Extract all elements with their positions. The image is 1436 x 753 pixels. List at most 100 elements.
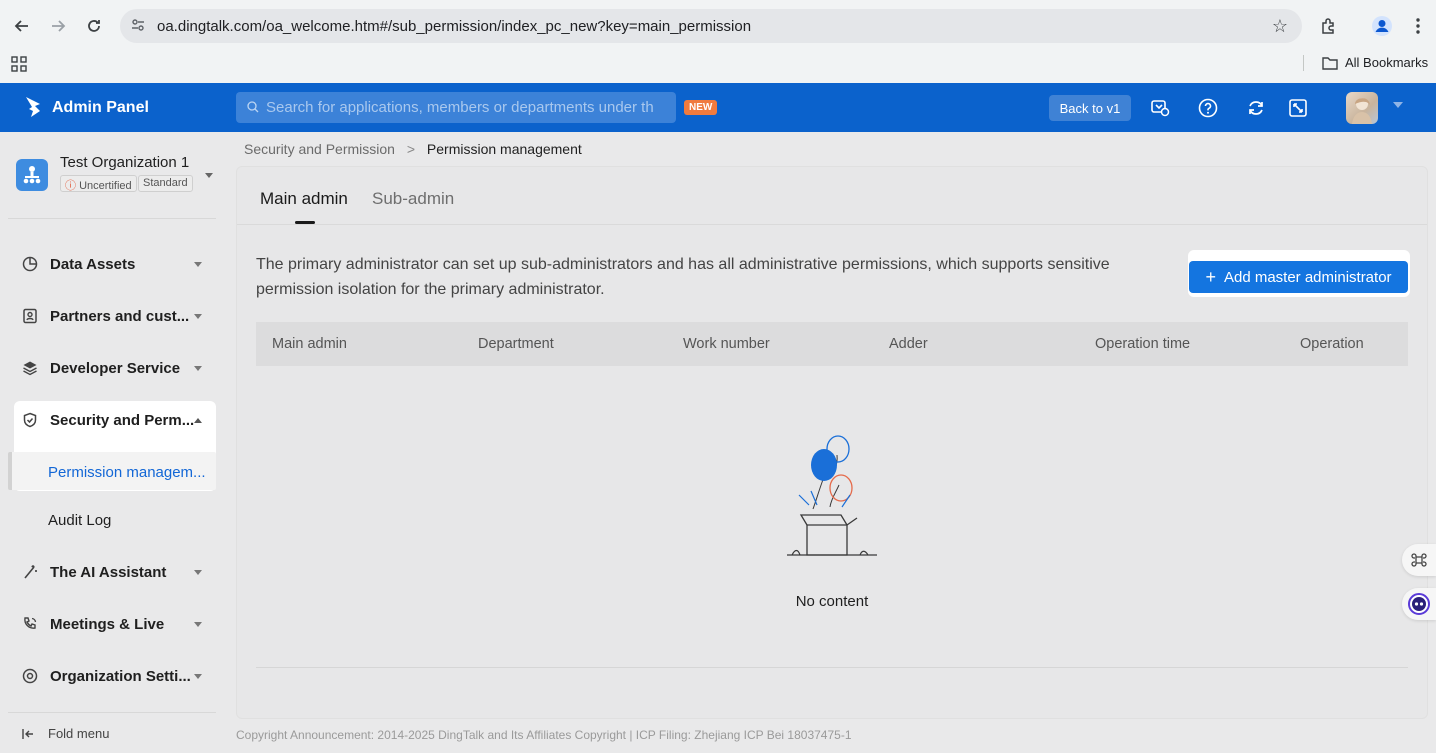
settings-icon — [22, 668, 38, 684]
all-bookmarks-label: All Bookmarks — [1345, 55, 1429, 70]
all-bookmarks[interactable]: All Bookmarks — [1322, 55, 1428, 70]
new-badge: NEW — [684, 100, 718, 115]
add-master-administrator-button[interactable]: + Add master administrator — [1189, 261, 1408, 293]
sidebar-item-data-assets[interactable]: Data Assets — [14, 242, 216, 286]
sidebar-item-label: Developer Service — [50, 359, 181, 377]
add-button-label: Add master administrator — [1223, 268, 1392, 286]
column-header: Work number — [683, 336, 770, 352]
bookmark-star-icon[interactable]: ☆ — [1272, 16, 1288, 37]
uncertified-label: Uncertified — [79, 180, 132, 192]
dingtalk-logo-icon — [26, 97, 40, 117]
help-icon[interactable] — [1197, 97, 1219, 119]
fullscreen-icon[interactable] — [1287, 97, 1309, 119]
warning-icon: ⓘ — [65, 180, 76, 192]
address-bar[interactable]: oa.dingtalk.com/oa_welcome.htm#/sub_perm… — [120, 9, 1302, 43]
sidebar: Test Organization 1 ⓘ Uncertified Standa… — [0, 132, 224, 753]
meeting-icon — [24, 617, 37, 629]
standard-tag: Standard — [138, 175, 193, 192]
sidebar-item-label: Partners and cust... — [50, 307, 190, 325]
sidebar-subitem-permission-management[interactable]: Permission managem... — [48, 464, 206, 481]
assistant-bot-icon[interactable] — [1402, 588, 1436, 620]
table-bottom-divider — [256, 667, 1408, 668]
sidebar-item-organization-settings[interactable]: Organization Setti... — [14, 654, 216, 698]
fold-menu-button[interactable]: Fold menu — [22, 726, 109, 741]
sidebar-divider — [8, 218, 216, 219]
chevron-down-icon[interactable] — [1393, 102, 1403, 108]
chevron-down-icon — [194, 261, 202, 267]
main-panel: Main admin Sub-admin The primary adminis… — [236, 166, 1428, 719]
site-settings-icon[interactable] — [130, 17, 148, 35]
shield-icon — [23, 412, 37, 428]
plus-icon: + — [1205, 267, 1216, 287]
sidebar-item-meetings[interactable]: Meetings & Live — [14, 602, 216, 646]
sidebar-item-label: The AI Assistant — [50, 563, 167, 581]
chevron-down-icon — [194, 673, 202, 679]
sidebar-item-label: Meetings & Live — [50, 615, 165, 633]
chevron-down-icon — [194, 365, 202, 371]
breadcrumb-parent[interactable]: Security and Permission — [244, 141, 395, 157]
extensions-icon[interactable] — [1316, 13, 1342, 39]
back-arrow-icon[interactable] — [9, 13, 35, 39]
column-header: Adder — [889, 336, 928, 352]
breadcrumb-current: Permission management — [426, 141, 582, 157]
data-assets-icon — [22, 256, 38, 272]
layers-icon — [23, 361, 37, 376]
uncertified-tag: ⓘ Uncertified — [60, 175, 137, 192]
sidebar-item-label: Organization Setti... — [50, 667, 191, 685]
apps-grid-icon[interactable] — [11, 56, 29, 74]
global-search[interactable] — [236, 92, 676, 123]
org-name: Test Organization 1 — [60, 154, 190, 171]
chevron-down-icon[interactable] — [205, 173, 213, 178]
avatar[interactable] — [1346, 92, 1378, 124]
tab-divider — [237, 224, 1427, 225]
sidebar-item-developer-service[interactable]: Developer Service — [14, 346, 216, 390]
page-description: The primary administrator can set up sub… — [256, 256, 1110, 298]
sidebar-item-label: Security and Perm... — [50, 411, 195, 429]
forward-arrow-icon[interactable] — [45, 13, 71, 39]
sidebar-divider — [8, 712, 216, 713]
search-icon — [247, 101, 259, 113]
breadcrumb-separator: > — [406, 141, 416, 157]
browser-toolbar: oa.dingtalk.com/oa_welcome.htm#/sub_perm… — [0, 0, 1436, 52]
screen-share-icon[interactable] — [1149, 97, 1171, 119]
sidebar-item-ai-assistant[interactable]: The AI Assistant — [14, 550, 216, 594]
reload-icon[interactable] — [81, 13, 107, 39]
table-header: Main admin Department Work number Adder … — [256, 322, 1408, 366]
chevron-down-icon — [194, 569, 202, 575]
sidebar-item-label: Data Assets — [50, 255, 136, 273]
sidebar-item-partners[interactable]: Partners and cust... — [14, 294, 216, 338]
app-title: Admin Panel — [52, 99, 149, 116]
bookmark-divider — [1303, 55, 1304, 71]
url-text: oa.dingtalk.com/oa_welcome.htm#/sub_perm… — [157, 18, 752, 35]
back-to-v1-button[interactable]: Back to v1 — [1049, 95, 1131, 121]
column-header: Main admin — [272, 336, 347, 352]
folder-icon — [1322, 56, 1338, 70]
chevron-down-icon — [194, 621, 202, 627]
bookmarks-bar — [0, 52, 1436, 83]
refresh-sync-icon[interactable] — [1245, 97, 1267, 119]
empty-box-balloons-icon — [787, 435, 877, 556]
empty-state-text: No content — [795, 593, 869, 610]
column-header: Operation time — [1095, 336, 1191, 352]
command-icon[interactable] — [1402, 544, 1436, 576]
fold-menu-icon — [22, 728, 33, 739]
breadcrumb: Security and Permission > Permission man… — [244, 141, 582, 157]
browser-menu-icon[interactable] — [1405, 13, 1431, 39]
sidebar-subitem-audit-log[interactable]: Audit Log — [48, 512, 111, 529]
magic-wand-icon — [24, 565, 37, 579]
fold-menu-label: Fold menu — [48, 726, 110, 741]
column-header: Operation — [1300, 336, 1364, 352]
partners-icon — [23, 308, 37, 324]
add-button-container: + Add master administrator — [1188, 250, 1410, 297]
chevron-up-icon — [194, 417, 202, 423]
search-input[interactable] — [266, 92, 666, 123]
org-icon — [16, 159, 48, 191]
sidebar-item-security[interactable]: Security and Perm... — [14, 398, 216, 442]
footer-copyright: Copyright Announcement: 2014-2025 DingTa… — [236, 728, 852, 742]
column-header: Department — [478, 336, 554, 352]
chevron-down-icon — [194, 313, 202, 319]
app-header: Admin Panel NEW Back to v1 — [0, 83, 1436, 132]
tab-sub-admin[interactable]: Sub-admin — [372, 189, 454, 209]
tab-main-admin[interactable]: Main admin — [260, 189, 348, 209]
profile-icon[interactable] — [1369, 13, 1395, 39]
